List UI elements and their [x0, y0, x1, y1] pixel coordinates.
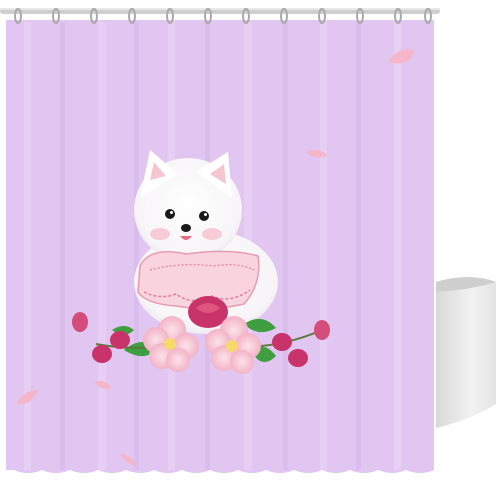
right-eye: [199, 211, 209, 221]
nose: [181, 224, 191, 232]
shower-curtain-rod: [0, 8, 440, 14]
shower-curtain-product-image: [0, 8, 496, 473]
bathtub: [436, 277, 496, 428]
left-eye: [165, 209, 175, 219]
